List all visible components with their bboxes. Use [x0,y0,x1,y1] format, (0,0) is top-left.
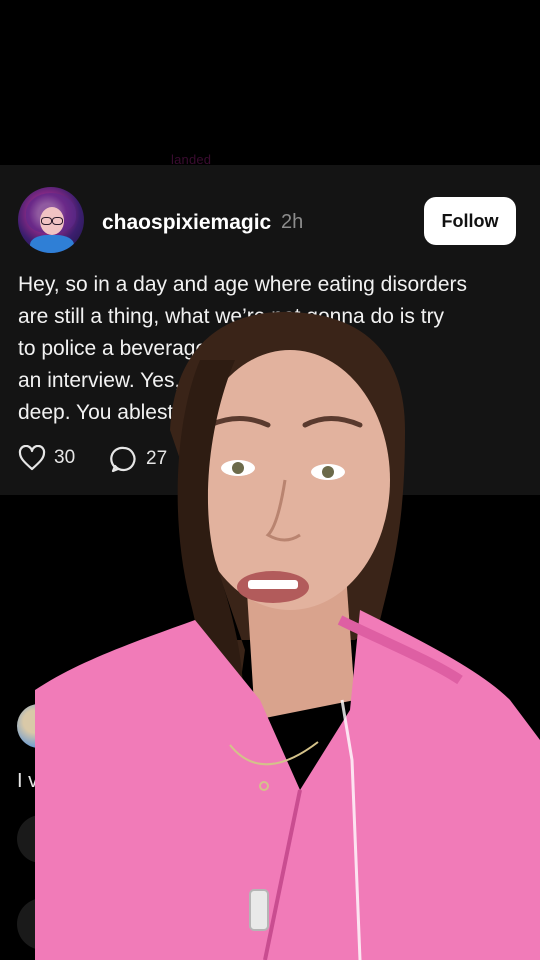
post-timestamp: 2h [281,211,304,233]
like-count: 30 [54,447,76,468]
like-button[interactable]: 30 [18,445,75,471]
second-post-action[interactable] [17,815,77,863]
heart-icon [18,445,46,471]
second-post-avatar[interactable] [17,704,61,748]
post-username[interactable]: chaospixiemagic [102,211,271,235]
compose-placeholder: Po [55,914,78,934]
comment-count: 27 [146,448,168,469]
follow-button[interactable]: Follow [424,197,516,245]
comment-icon [110,445,138,473]
post-card: chaospixiemagic 2h Follow Hey, so in a d… [0,165,540,495]
avatar[interactable] [18,187,84,253]
second-post-text: I v [17,770,39,792]
post-text: Hey, so in a day and age where eating di… [18,273,468,424]
comment-button[interactable]: 27 [110,445,167,473]
